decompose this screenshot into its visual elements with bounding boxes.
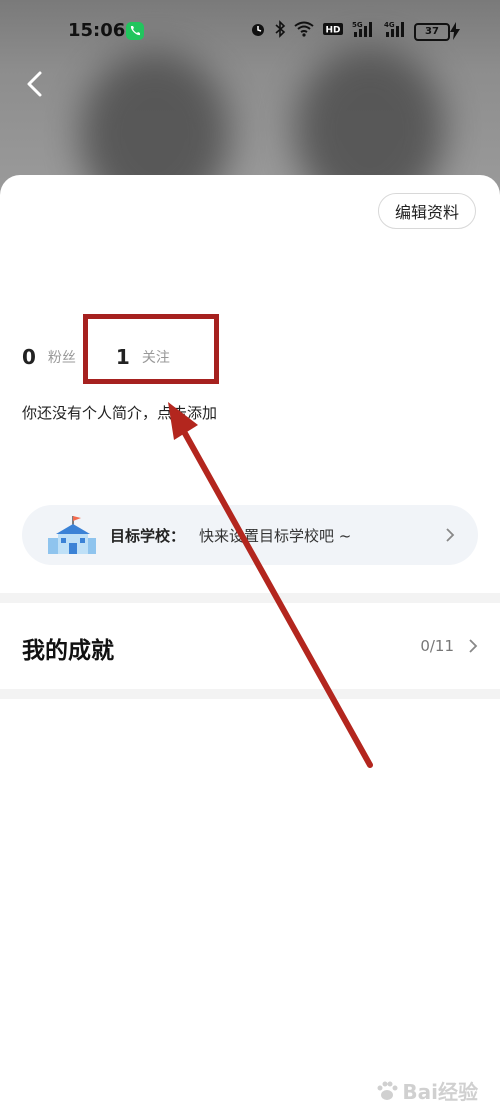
chevron-right-icon xyxy=(469,639,478,653)
target-school-label: 目标学校： xyxy=(110,526,186,545)
chevron-left-icon[interactable] xyxy=(22,70,48,98)
watermark-text: Bai经验 xyxy=(402,1080,478,1104)
signal-4g-icon: 4G xyxy=(384,21,404,37)
target-school-value: 快来设置目标学校吧 ~ xyxy=(199,526,352,545)
achievements-title: 我的成就 xyxy=(22,638,114,664)
achievements-count: 0/11 xyxy=(420,637,454,655)
signal-5g-icon: 5G xyxy=(352,21,372,37)
wifi-icon xyxy=(294,21,314,37)
content-card xyxy=(0,699,500,1007)
hd-icon: HD xyxy=(323,23,343,36)
battery-icon: 37 xyxy=(414,23,450,41)
edit-profile-button[interactable]: 编辑资料 xyxy=(377,193,476,229)
achievements-card[interactable]: 我的成就 0/11 xyxy=(0,603,500,689)
alarm-icon xyxy=(252,24,264,36)
status-time: 15:06 xyxy=(68,20,126,41)
svg-text:4G: 4G xyxy=(384,21,395,29)
annotation-highlight-box xyxy=(83,314,219,384)
chevron-right-icon xyxy=(446,528,455,542)
status-bar: 15:06 HD 5G 4G 37 xyxy=(0,0,500,64)
charging-icon xyxy=(450,22,460,40)
section-divider xyxy=(0,689,500,699)
bluetooth-icon xyxy=(275,20,286,38)
school-icon xyxy=(48,516,96,554)
svg-text:5G: 5G xyxy=(352,21,363,29)
profile-card: 编辑资料 0 粉丝 1 关注 你还没有个人简介，点击添加 目标学校： 快来设置目… xyxy=(0,175,500,593)
bio-prompt[interactable]: 你还没有个人简介，点击添加 xyxy=(22,402,217,423)
target-school-row[interactable]: 目标学校： 快来设置目标学校吧 ~ xyxy=(22,505,478,565)
phone-call-icon xyxy=(126,22,144,40)
section-divider xyxy=(0,593,500,603)
watermark: Bai经验 xyxy=(374,1076,478,1105)
svg-text:HD: HD xyxy=(325,26,340,36)
followers-count[interactable]: 0 xyxy=(22,345,36,369)
paw-icon xyxy=(377,1081,398,1100)
followers-label[interactable]: 粉丝 xyxy=(48,347,76,367)
